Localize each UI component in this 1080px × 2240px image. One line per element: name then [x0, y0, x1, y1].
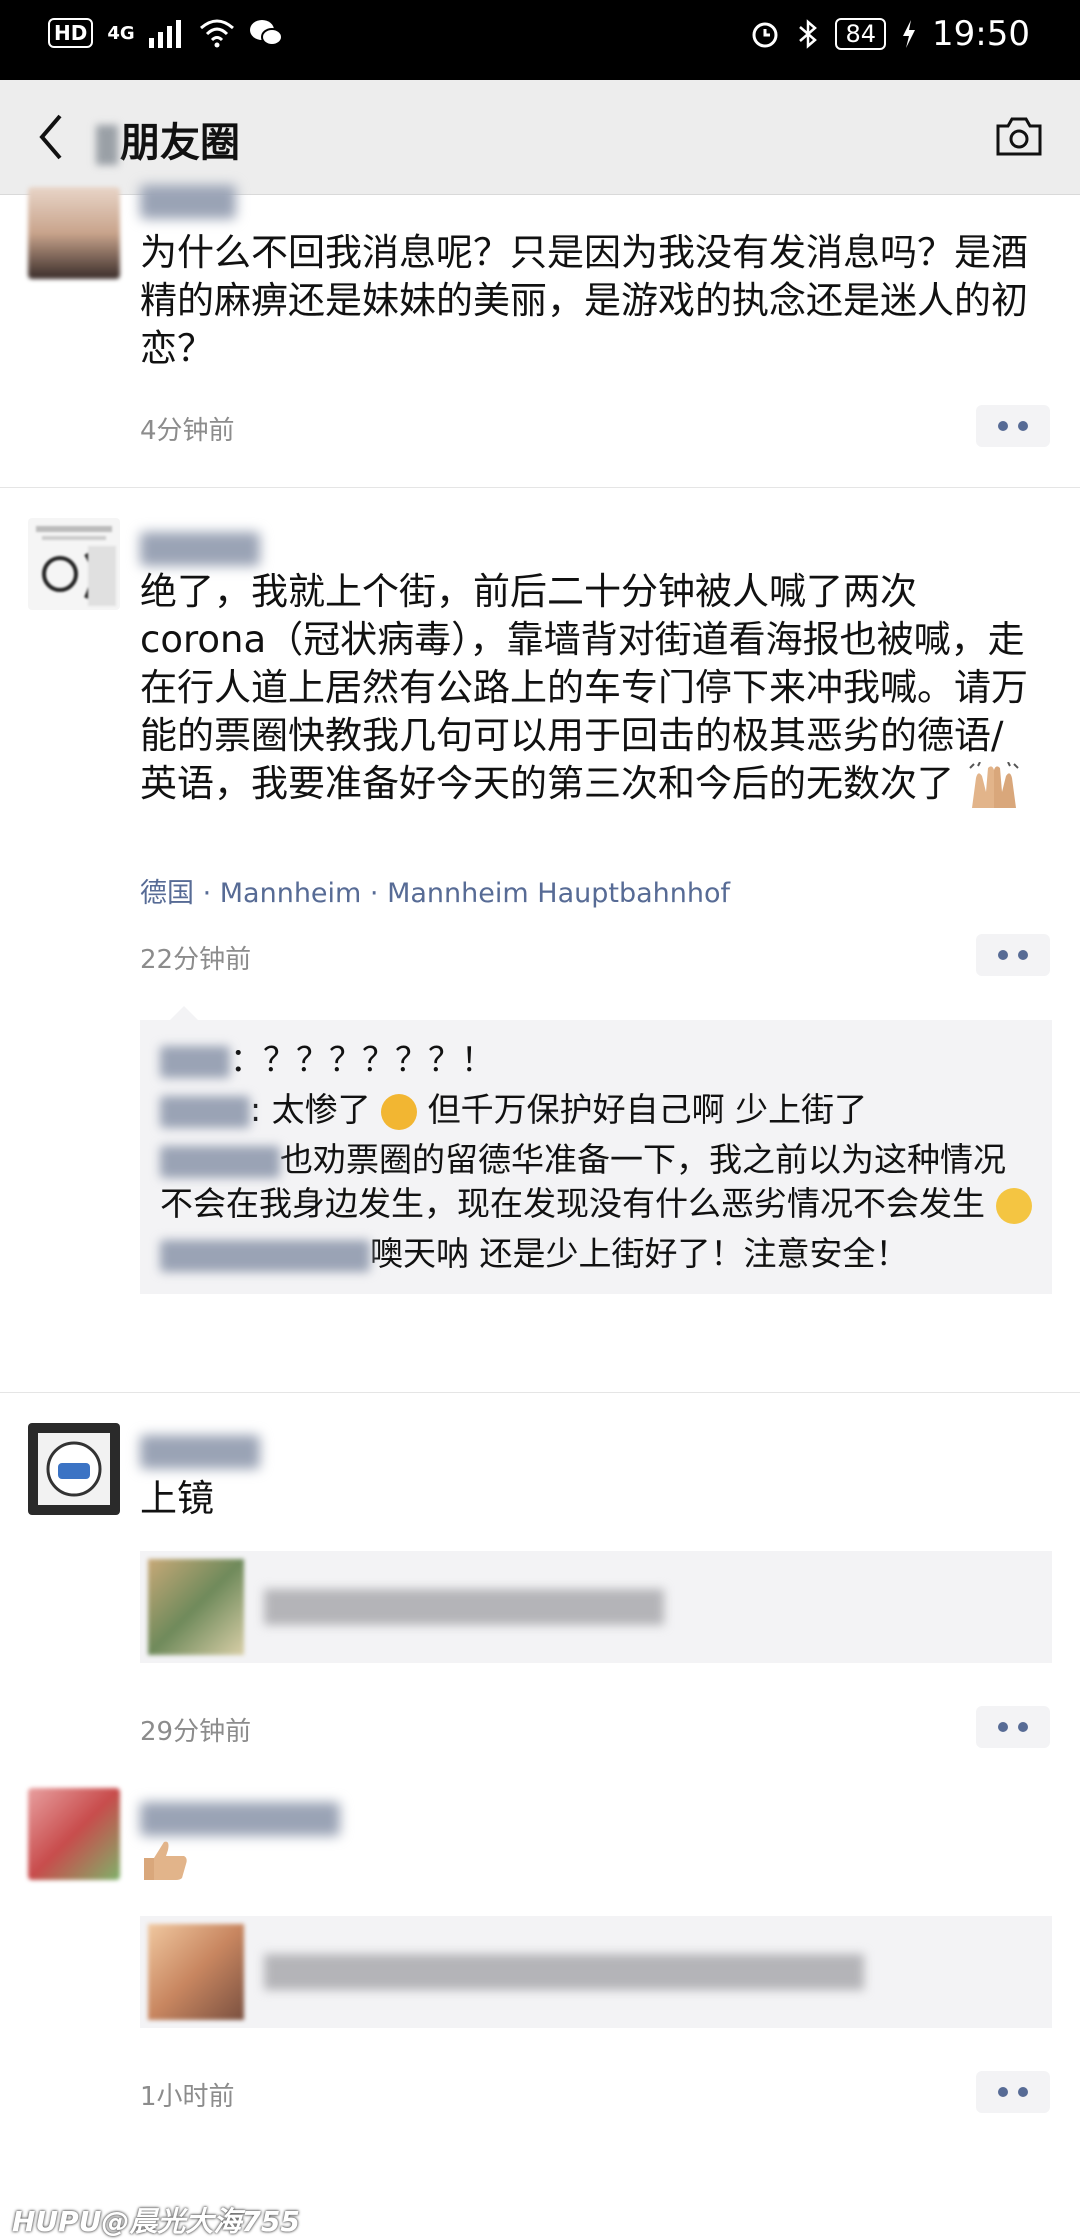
- username-blurred[interactable]: [140, 1802, 340, 1836]
- hd-indicator: HD: [48, 18, 94, 48]
- smile-emoji-icon: [995, 1187, 1032, 1224]
- avatar[interactable]: [28, 1788, 120, 1880]
- avatar[interactable]: [28, 1423, 120, 1515]
- watermark: HUPU@晨光大海755: [12, 2205, 300, 2238]
- post-time: 1小时前: [140, 2082, 235, 2112]
- comment-item[interactable]: 噢天呐 还是少上街好了！注意安全！: [160, 1232, 1032, 1276]
- post-text: 为什么不回我消息呢？只是因为我没有发消息吗？是酒精的麻痹还是妹妹的美丽，是游戏的…: [140, 231, 1028, 370]
- wifi-icon: [199, 19, 234, 48]
- comment-text: 噢天呐 还是少上街好了！注意安全！: [370, 1234, 909, 1273]
- thumbs-up-emoji-icon: [144, 1841, 187, 1880]
- avatar[interactable]: [28, 518, 120, 610]
- back-arrow-icon[interactable]: [30, 110, 74, 164]
- signal-icon: [148, 20, 181, 48]
- link-thumbnail: [148, 1559, 244, 1655]
- username-blurred[interactable]: [140, 185, 236, 219]
- post-actions-button[interactable]: [976, 2071, 1050, 2113]
- comment-section: ：？？？？？？！ : 太惨了 但千万保护好自己啊 少上街了 也劝票圈的留德华准备…: [140, 1006, 1052, 1294]
- wechat-icon: [249, 20, 283, 46]
- moments-feed: 为什么不回我消息呢？只是因为我没有发消息吗？是酒精的麻痹还是妹妹的美丽，是游戏的…: [0, 185, 1080, 2188]
- moment-post: 绝了，我就上个街，前后二十分钟被人喊了两次corona（冠状病毒），靠墙背对街道…: [0, 488, 1080, 1393]
- comment-item[interactable]: : 太惨了 但千万保护好自己啊 少上街了: [160, 1088, 1032, 1132]
- username-blurred[interactable]: [140, 1435, 260, 1469]
- commenter-name-blurred: [160, 1095, 250, 1128]
- avatar-drawing-icon: [36, 526, 116, 606]
- status-right: 84 19:50: [749, 14, 1030, 54]
- shared-link-card[interactable]: [140, 1916, 1052, 2028]
- comment-item[interactable]: 也劝票圈的留德华准备一下，我之前以为这种情况不会在我身边发生，现在发现没有什么恶…: [160, 1138, 1032, 1226]
- charging-icon: [903, 20, 916, 48]
- camera-icon[interactable]: [994, 114, 1044, 158]
- title-blur: [96, 125, 118, 165]
- post-time: 22分钟前: [140, 945, 252, 975]
- page-title: 朋友圈: [96, 110, 240, 168]
- post-text: [140, 1838, 1040, 1894]
- nav-bar: 朋友圈: [0, 80, 1080, 195]
- avatar[interactable]: [28, 187, 120, 279]
- comment-text-continued: 但千万保护好自己啊 少上街了: [427, 1090, 868, 1129]
- comment-text: : 太惨了: [250, 1090, 371, 1129]
- laugh-cry-emoji-icon: [381, 1093, 418, 1130]
- bluetooth-icon: [799, 19, 818, 49]
- moment-post: 上镜 29分钟前: [0, 1393, 1080, 1788]
- page-title-text: 朋友圈: [120, 120, 240, 166]
- post-time: 29分钟前: [140, 1717, 252, 1747]
- post-text-content: 绝了，我就上个街，前后二十分钟被人喊了两次corona（冠状病毒），靠墙背对街道…: [140, 570, 1028, 805]
- post-time: 4分钟前: [140, 416, 235, 446]
- link-title-blurred: [264, 1589, 664, 1625]
- comment-text: 也劝票圈的留德华准备一下，我之前以为这种情况不会在我身边发生，现在发现没有什么恶…: [160, 1140, 1006, 1223]
- post-actions-button[interactable]: [976, 1706, 1050, 1748]
- avatar-mask-icon: [38, 1433, 110, 1505]
- network-type: 4G: [107, 22, 135, 44]
- status-bar: HD 4G 84 19:50: [0, 0, 1080, 80]
- raised-hands-emoji-icon: [969, 761, 1019, 808]
- post-location[interactable]: 德国 · Mannheim · Mannheim Hauptbahnhof: [140, 871, 730, 910]
- comment-text: ：？？？？？？！: [230, 1040, 494, 1079]
- post-actions-button[interactable]: [976, 934, 1050, 976]
- alarm-icon: [752, 22, 778, 48]
- link-thumbnail: [148, 1924, 244, 2020]
- battery-indicator: 84: [835, 18, 887, 50]
- commenter-name-blurred: [160, 1145, 280, 1178]
- moment-post: 1小时前: [0, 1788, 1080, 2188]
- link-title-blurred: [264, 1954, 864, 1990]
- moment-post: 为什么不回我消息呢？只是因为我没有发消息吗？是酒精的麻痹还是妹妹的美丽，是游戏的…: [0, 185, 1080, 488]
- username-blurred[interactable]: [140, 532, 260, 566]
- commenter-name-blurred: [160, 1045, 230, 1078]
- comment-item[interactable]: ：？？？？？？！: [160, 1038, 1032, 1082]
- post-text: 上镜: [140, 1477, 214, 1520]
- shared-link-card[interactable]: [140, 1551, 1052, 1663]
- post-text: 绝了，我就上个街，前后二十分钟被人喊了两次corona（冠状病毒），靠墙背对街道…: [140, 568, 1040, 810]
- commenter-name-blurred: [160, 1239, 370, 1272]
- post-actions-button[interactable]: [976, 405, 1050, 447]
- clock: 19:50: [932, 14, 1030, 54]
- status-left: HD 4G: [48, 18, 283, 48]
